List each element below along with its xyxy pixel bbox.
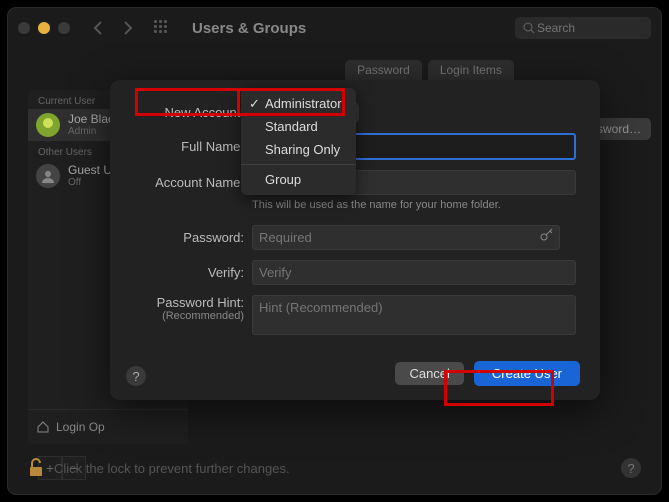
hint-label: Password Hint: (Recommended) [110,295,252,322]
lock-text: Click the lock to prevent further change… [54,461,290,476]
zoom-window-button[interactable] [58,22,70,34]
lock-icon[interactable] [28,458,44,478]
account-type-dropdown[interactable]: Administrator Standard Sharing Only Grou… [241,88,356,195]
verify-input[interactable] [252,260,576,285]
search-input[interactable] [535,20,619,36]
key-icon[interactable] [540,229,554,243]
show-all-icon[interactable] [154,20,170,36]
account-name-hint: This will be used as the name for your h… [252,199,600,211]
account-name-label: Account Name: [110,175,252,190]
traffic-lights [18,22,70,34]
dropdown-item-administrator[interactable]: Administrator [241,92,356,115]
password-input[interactable] [252,225,560,250]
close-window-button[interactable] [18,22,30,34]
help-button[interactable]: ? [621,458,641,478]
cancel-button[interactable]: Cancel [395,362,463,385]
hint-input[interactable] [252,295,576,335]
create-user-button[interactable]: Create User [474,361,580,386]
avatar [36,113,60,137]
lock-row: Click the lock to prevent further change… [28,458,290,478]
user-role: Off [68,177,112,188]
password-label: Password: [110,230,252,245]
minimize-window-button[interactable] [38,22,50,34]
search-field[interactable] [515,17,651,39]
search-icon [523,22,535,34]
dropdown-item-standard[interactable]: Standard [241,115,356,138]
user-name: Guest U [68,164,112,177]
house-icon [36,420,50,434]
forward-button[interactable] [118,18,138,38]
titlebar: Users & Groups [8,8,661,48]
dropdown-separator [241,164,356,165]
dropdown-item-sharing-only[interactable]: Sharing Only [241,138,356,161]
full-name-label: Full Name: [110,139,252,154]
avatar [36,164,60,188]
dropdown-item-group[interactable]: Group [241,168,356,191]
verify-label: Verify: [110,265,252,280]
sidebar-footer: Login Op [28,409,188,444]
back-button[interactable] [88,18,108,38]
sheet-help-button[interactable]: ? [126,366,146,386]
window-title: Users & Groups [192,20,306,37]
login-options-button[interactable]: Login Op [28,420,113,434]
new-account-label: New Account: [110,105,252,120]
